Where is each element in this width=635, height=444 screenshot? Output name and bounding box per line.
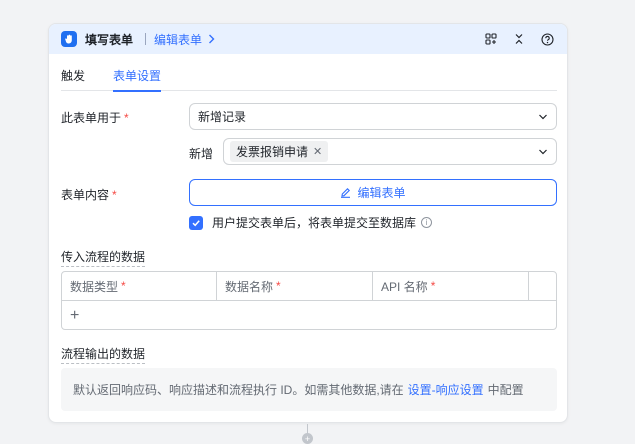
form-usage-label-text: 此表单用于 [61, 111, 122, 125]
form-usage-select[interactable]: 新增记录 [189, 103, 557, 130]
card-header: 填写表单 编辑表单 [49, 24, 567, 54]
input-data-title: 传入流程的数据 [61, 248, 146, 267]
hand-icon [61, 31, 77, 47]
collapse-icon[interactable] [511, 31, 527, 47]
required-mark: * [276, 279, 281, 293]
form-usage-value: 新增记录 [198, 110, 247, 124]
help-icon[interactable] [539, 31, 555, 47]
column-label: API 名称 [381, 279, 428, 294]
add-record-label: 新增 [189, 147, 214, 161]
selected-table-tag: 发票报销申请 ✕ [230, 141, 329, 162]
record-table-select[interactable]: 发票报销申请 ✕ [223, 138, 557, 165]
output-note-text: 默认返回响应码、响应描述和流程执行 ID。如需其他数据,请在 [73, 383, 404, 397]
column-header-actions [529, 272, 556, 300]
add-node-icon[interactable]: + [302, 433, 313, 444]
form-node-card: 填写表单 编辑表单 触发 表单设置 此表单用于* 新增记录 新增 发票报销申请 [48, 23, 568, 423]
chevron-down-icon [539, 149, 547, 155]
divider [145, 33, 147, 45]
remove-tag-icon[interactable]: ✕ [313, 145, 322, 158]
table-header: 数据类型 * 数据名称 * API 名称 * [62, 272, 556, 301]
output-note-suffix: 中配置 [487, 383, 524, 397]
required-mark: * [430, 279, 436, 293]
column-label: 数据类型 [70, 279, 119, 294]
form-content-label-text: 表单内容 [61, 188, 110, 202]
submit-checkbox[interactable] [189, 215, 203, 230]
tab-trigger[interactable]: 触发 [61, 54, 85, 91]
edit-form-button-label: 编辑表单 [357, 186, 406, 200]
required-mark: * [121, 279, 126, 293]
form-content-label: 表单内容 * [61, 186, 117, 203]
info-icon[interactable]: i [421, 217, 433, 228]
tab-bar: 触发 表单设置 [61, 54, 557, 92]
selected-table-name: 发票报销申请 [236, 145, 309, 159]
input-data-table: 数据类型 * 数据名称 * API 名称 * + [61, 271, 557, 330]
pencil-icon [341, 188, 351, 198]
layout-icon[interactable] [483, 31, 499, 47]
response-settings-link[interactable]: 设置-响应设置 [408, 381, 484, 398]
card-title: 填写表单 [85, 32, 134, 47]
add-row-button[interactable]: + [62, 301, 556, 330]
chevron-right-icon [209, 34, 215, 44]
header-actions [483, 31, 555, 47]
chevron-down-icon [539, 114, 547, 120]
edit-form-link[interactable]: 编辑表单 [154, 31, 215, 48]
required-mark: * [124, 111, 129, 125]
column-header: 数据名称 * [217, 272, 373, 300]
form-usage-label: 此表单用于 * [61, 109, 129, 126]
submit-to-db-option[interactable]: 用户提交表单后，将表单提交至数据库 i [189, 214, 433, 231]
output-data-title: 流程输出的数据 [61, 345, 146, 364]
column-label: 数据名称 [225, 279, 274, 294]
tab-form-settings[interactable]: 表单设置 [113, 54, 162, 92]
edit-form-button[interactable]: 编辑表单 [189, 179, 557, 206]
required-mark: * [112, 188, 117, 202]
edit-form-link-label: 编辑表单 [154, 32, 203, 47]
output-data-note: 默认返回响应码、响应描述和流程执行 ID。如需其他数据,请在 设置-响应设置 中… [61, 368, 557, 411]
submit-option-text: 用户提交表单后，将表单提交至数据库 [212, 216, 417, 230]
column-header: 数据类型 * [62, 272, 217, 300]
column-header: API 名称 * [373, 272, 529, 300]
